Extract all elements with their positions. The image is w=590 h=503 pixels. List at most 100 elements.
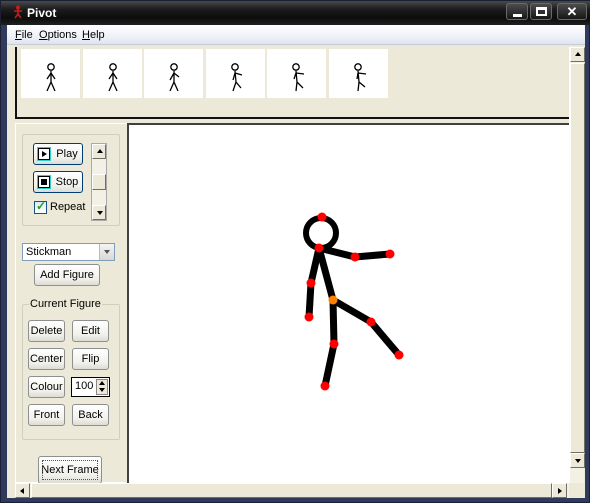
speed-up-button[interactable]: [92, 144, 106, 159]
limb-neck-hip: [315, 244, 337, 304]
joint-handle-neck[interactable]: [314, 243, 324, 253]
control-panel: Play Stop ✓ Repeat Stickman Add Figure C…: [15, 123, 128, 484]
frame-thumbnail[interactable]: [328, 49, 388, 98]
spin-buttons[interactable]: [96, 379, 108, 395]
window-title: Pivot: [27, 6, 57, 20]
vertical-scroll-thumb[interactable]: [570, 63, 585, 453]
arrow-up-icon: [97, 149, 103, 153]
flip-button[interactable]: Flip: [72, 348, 109, 370]
center-button[interactable]: Center: [28, 348, 65, 370]
speed-scrollbar[interactable]: [91, 143, 107, 221]
back-button[interactable]: Back: [72, 404, 109, 426]
limb-hip-kneeL: [329, 296, 338, 348]
close-icon: ✕: [566, 4, 578, 19]
stickman-thumbnail-icon: [230, 63, 242, 92]
joint-handle-footL[interactable]: [320, 381, 330, 391]
limb-elbowL-handL: [305, 279, 315, 321]
limb-kneeL-footL: [321, 340, 338, 390]
speed-down-button[interactable]: [92, 205, 106, 220]
joint-handle-footR[interactable]: [394, 350, 404, 360]
frame-thumbnail[interactable]: [82, 49, 142, 98]
playback-group: Play Stop ✓ Repeat: [22, 134, 120, 226]
repeat-label: Repeat: [50, 201, 86, 213]
size-value: 100: [75, 380, 94, 392]
menu-file-accel: F: [15, 29, 22, 41]
repeat-checkbox[interactable]: ✓: [34, 199, 47, 214]
minimize-icon: [513, 14, 522, 17]
speed-thumb[interactable]: [92, 174, 106, 190]
frame-thumbnail[interactable]: [21, 49, 80, 98]
vertical-scrollbar[interactable]: [569, 47, 585, 483]
root-joint-handle[interactable]: [328, 295, 338, 305]
spin-up-icon[interactable]: [99, 381, 105, 385]
scroll-up-button[interactable]: [570, 47, 585, 62]
figure-select-value: Stickman: [26, 246, 72, 258]
arrow-down-icon: [575, 459, 581, 463]
frame-thumbnail[interactable]: [267, 49, 326, 98]
limb-elbowR-handR: [351, 250, 394, 261]
dropdown-button[interactable]: [99, 244, 114, 260]
limb-hip-kneeR: [329, 296, 375, 326]
current-figure-group: Current Figure Delete Edit Center Flip C…: [22, 298, 120, 440]
frame-timeline: [15, 47, 570, 119]
menu-options-accel: O: [39, 29, 48, 41]
joint-handle-elbowR[interactable]: [350, 252, 360, 262]
stickman-thumbnail-icon: [353, 63, 366, 92]
joint-handle-handR[interactable]: [385, 249, 395, 259]
arrow-up-icon: [575, 52, 581, 56]
delete-button[interactable]: Delete: [28, 320, 65, 342]
menu-options-rest: ptions: [47, 29, 77, 41]
play-icon: [38, 148, 51, 161]
spin-down-icon[interactable]: [99, 388, 105, 392]
play-button[interactable]: Play: [33, 143, 83, 165]
joint-handle-kneeL[interactable]: [329, 339, 339, 349]
scroll-right-button[interactable]: [552, 483, 567, 498]
stop-button[interactable]: Stop: [33, 171, 83, 193]
stickman-thumbnail-icon: [107, 63, 118, 92]
arrow-right-icon: [558, 488, 562, 494]
minimize-button[interactable]: [506, 3, 528, 20]
joint-handle-kneeR[interactable]: [366, 317, 376, 327]
stop-label: Stop: [55, 176, 79, 188]
size-spinner[interactable]: 100: [71, 377, 110, 397]
animation-canvas[interactable]: [127, 123, 569, 483]
joint-handle-handL[interactable]: [304, 312, 314, 322]
current-figure-label: Current Figure: [29, 298, 102, 310]
menu-help-rest: elp: [89, 29, 105, 41]
stickman-thumbnail-icon: [169, 63, 180, 92]
joint-handle-headTop[interactable]: [317, 212, 327, 222]
menu-bar: File Options Help: [7, 25, 585, 45]
menu-options[interactable]: Options: [39, 29, 77, 41]
frame-thumbnail[interactable]: [144, 49, 203, 98]
arrow-left-icon: [20, 488, 24, 494]
colour-button[interactable]: Colour: [28, 376, 65, 398]
scroll-down-button[interactable]: [570, 453, 585, 468]
maximize-icon: [536, 7, 547, 16]
chevron-down-icon: [104, 250, 110, 254]
maximize-button[interactable]: [530, 3, 552, 20]
menu-help-accel: H: [82, 29, 90, 41]
front-button[interactable]: Front: [28, 404, 65, 426]
joint-handle-elbowL[interactable]: [306, 278, 316, 288]
edit-button[interactable]: Edit: [72, 320, 109, 342]
limb-kneeR-footR: [367, 318, 403, 359]
play-label: Play: [56, 148, 78, 160]
figure-select[interactable]: Stickman: [22, 243, 115, 261]
stop-icon: [37, 176, 50, 189]
stickman-figure[interactable]: [129, 125, 569, 483]
add-figure-button[interactable]: Add Figure: [34, 264, 100, 286]
stickman-thumbnail-icon: [292, 63, 305, 92]
title-bar[interactable]: Pivot ✕: [1, 1, 590, 25]
frame-thumbnail[interactable]: [205, 49, 265, 98]
next-frame-button[interactable]: Next Frame: [38, 456, 102, 484]
menu-file[interactable]: File: [15, 29, 33, 41]
pivot-window: Pivot ✕ File Options Help Play Stop ✓ Re…: [0, 0, 590, 503]
close-button[interactable]: ✕: [557, 3, 587, 20]
menu-file-rest: ile: [21, 29, 33, 41]
stickman-thumbnail-icon: [46, 63, 56, 92]
scroll-left-button[interactable]: [15, 483, 30, 498]
horizontal-scrollbar[interactable]: [15, 483, 569, 498]
horizontal-scroll-thumb[interactable]: [31, 483, 552, 498]
focus-ring: [42, 460, 98, 480]
menu-help[interactable]: Help: [82, 29, 105, 41]
